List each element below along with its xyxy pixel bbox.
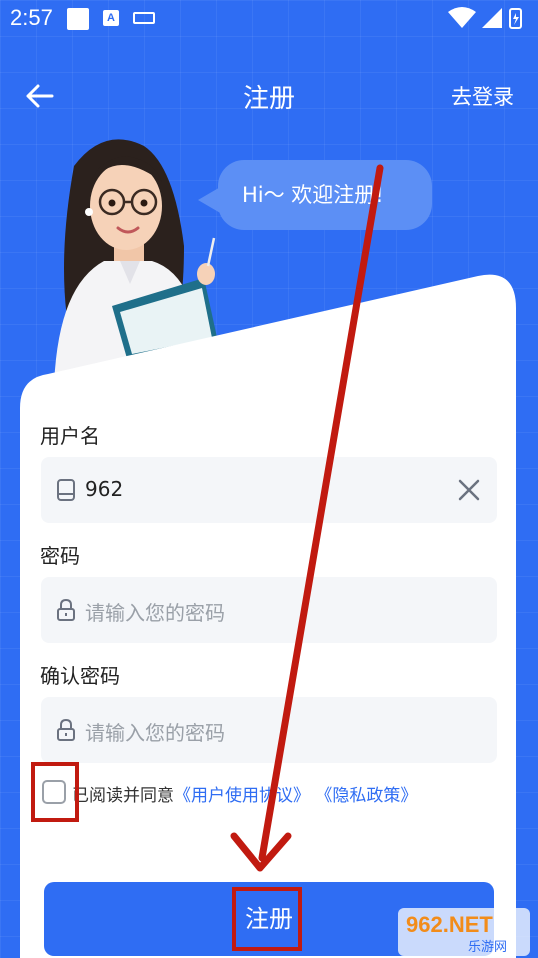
welcome-bubble: Hi～ 欢迎注册! <box>218 160 432 230</box>
lock-icon <box>57 598 75 621</box>
wifi-icon <box>448 7 476 28</box>
watermark-sub: 乐游网 <box>468 940 507 955</box>
privacy-policy-link[interactable]: 《隐私政策》 <box>315 786 417 806</box>
go-login-link[interactable]: 去登录 <box>451 81 514 111</box>
agreement-text: 已阅读并同意《用户使用协议》 《隐私政策》 <box>72 781 417 806</box>
password-label: 密码 <box>40 544 80 568</box>
confirm-password-placeholder: 请输入您的密码 <box>85 721 225 745</box>
password-field[interactable]: 请输入您的密码 <box>41 577 497 643</box>
username-label: 用户名 <box>40 424 100 448</box>
clear-icon[interactable] <box>455 476 483 504</box>
status-bar: 2:57 A <box>0 0 538 36</box>
keyboard-icon <box>133 12 155 24</box>
status-right-icons <box>448 7 522 29</box>
confirm-password-label: 确认密码 <box>40 664 120 688</box>
username-value: 962 <box>85 477 124 501</box>
confirm-password-field[interactable]: 请输入您的密码 <box>41 697 497 763</box>
notification-icon <box>67 8 89 30</box>
app-a-icon: A <box>103 10 119 26</box>
annotation-button-highlight <box>232 887 302 951</box>
username-field[interactable]: 962 <box>41 457 497 523</box>
status-time: 2:57 <box>10 5 53 30</box>
user-agreement-link[interactable]: 《用户使用协议》 <box>174 786 310 806</box>
site-watermark: 962.NET 乐游网 <box>398 908 530 956</box>
password-placeholder: 请输入您的密码 <box>85 601 225 625</box>
signal-icon <box>482 8 502 28</box>
lock-icon <box>57 718 75 741</box>
annotation-checkbox-highlight <box>31 762 79 822</box>
watermark-brand: 962.NET <box>406 912 493 937</box>
agreement-prefix: 已阅读并同意 <box>72 786 174 806</box>
phone-icon <box>57 479 75 501</box>
